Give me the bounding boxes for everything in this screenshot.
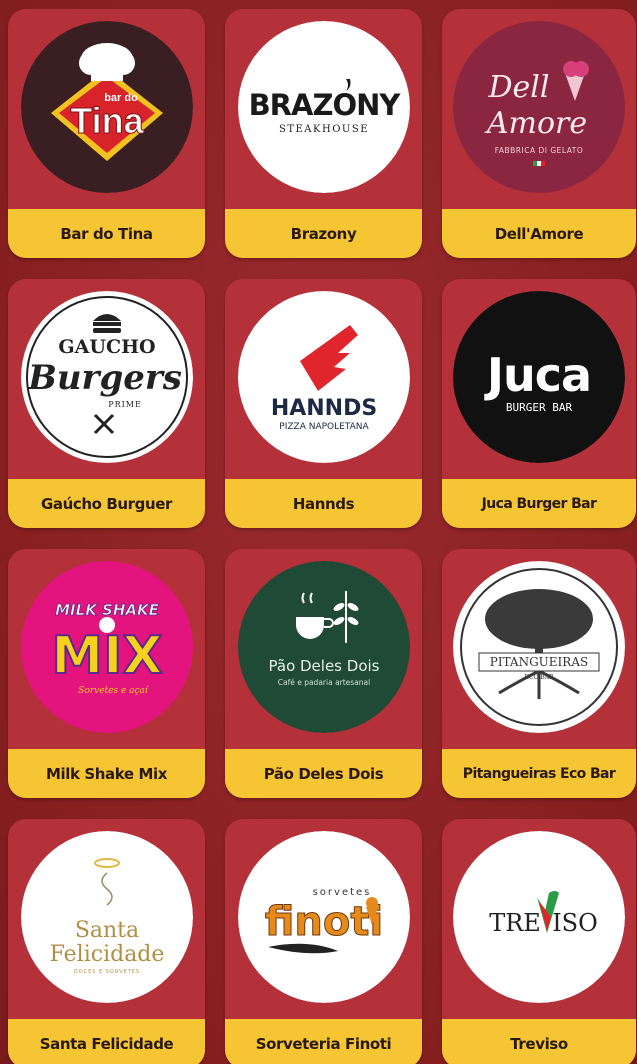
pitangueiras-small-text: ECO BAR <box>524 674 554 681</box>
juca-logo: Juca BURGER BAR <box>453 291 625 463</box>
restaurant-name: Milk Shake Mix <box>8 749 205 798</box>
bar-do-tina-logo: bar do Tina <box>20 21 193 193</box>
finoti-logo: sorvetes finoti <box>237 831 410 1003</box>
restaurant-card-bar-do-tina[interactable]: bar do Tina Bar do Tina <box>8 9 205 258</box>
pao-deles-dois-logo: Pão Deles Dois Café e padaria artesanal <box>237 561 410 733</box>
restaurant-name: Pitangueiras Eco Bar <box>442 749 636 798</box>
santa-big-text-2: Felicidade <box>49 942 164 967</box>
restaurant-card-gaucho-burguer[interactable]: GAUCHO Burgers PRIME Gaúcho Burguer <box>8 279 205 528</box>
hannds-logo-art: HANNDS PIZZA NAPOLETANA <box>237 291 410 463</box>
bar-do-tina-big-text: Tina <box>70 100 144 141</box>
milk-shake-small-text: Sorvetes e açaí <box>78 685 149 696</box>
treviso-logo-art: TRE ISO <box>453 831 625 1003</box>
pitangueiras-logo-art: PITANGUEIRAS ECO BAR <box>453 561 625 733</box>
milk-shake-mix-logo: MILK SHAKE MIX Sorvetes e açaí <box>20 561 193 733</box>
restaurant-grid: bar do Tina Bar do Tina BRAZONY STEAKHOU… <box>8 9 636 1064</box>
treviso-big-text-2: ISO <box>552 909 598 937</box>
milk-shake-top-text: MILK SHAKE <box>55 601 160 619</box>
santa-big-text-1: Santa <box>74 918 138 943</box>
santa-felicidade-logo-art: Santa Felicidade DOCES E SORVETES <box>20 831 193 1003</box>
hannds-logo: HANNDS PIZZA NAPOLETANA <box>237 291 410 463</box>
restaurant-name: Dell'Amore <box>442 209 636 258</box>
restaurant-card-brazony[interactable]: BRAZONY STEAKHOUSE Brazony <box>225 9 422 258</box>
santa-felicidade-logo: Santa Felicidade DOCES E SORVETES <box>20 831 193 1003</box>
restaurant-name: Hannds <box>225 479 422 528</box>
dell-amore-logo-art: Dell Amore FABBRICA DI GELATO <box>453 21 625 193</box>
santa-small-text: DOCES E SORVETES <box>73 969 139 975</box>
restaurant-card-pao-deles-dois[interactable]: Pão Deles Dois Café e padaria artesanal … <box>225 549 422 798</box>
restaurant-name: Pão Deles Dois <box>225 749 422 798</box>
pao-big-text: Pão Deles Dois <box>268 657 379 675</box>
dell-amore-big-text-2: Amore <box>484 106 587 141</box>
brazony-logo-art: BRAZONY STEAKHOUSE <box>237 21 410 193</box>
gaucho-small-text: PRIME <box>108 400 142 409</box>
restaurant-card-dell-amore[interactable]: Dell Amore FABBRICA DI GELATO Dell'Amore <box>442 9 636 258</box>
restaurant-grid-page: bar do Tina Bar do Tina BRAZONY STEAKHOU… <box>0 0 637 1064</box>
gaucho-burgers-logo: GAUCHO Burgers PRIME <box>20 291 193 463</box>
milk-shake-mix-logo-art: MILK SHAKE MIX Sorvetes e açaí <box>20 561 193 733</box>
restaurant-card-hannds[interactable]: HANNDS PIZZA NAPOLETANA Hannds <box>225 279 422 528</box>
brazony-small-text: STEAKHOUSE <box>278 124 368 135</box>
restaurant-name: Santa Felicidade <box>8 1019 205 1064</box>
restaurant-card-sorveteria-finoti[interactable]: sorvetes finoti Sorveteria Finoti <box>225 819 422 1064</box>
restaurant-card-pitangueiras-eco-bar[interactable]: PITANGUEIRAS ECO BAR Pitangueiras Eco Ba… <box>442 549 636 798</box>
restaurant-name: Juca Burger Bar <box>442 479 636 528</box>
pitangueiras-logo: PITANGUEIRAS ECO BAR <box>453 561 625 733</box>
restaurant-name: Treviso <box>442 1019 636 1064</box>
brazony-big-text: BRAZONY <box>248 88 401 122</box>
restaurant-card-juca-burger-bar[interactable]: Juca BURGER BAR Juca Burger Bar <box>442 279 636 528</box>
restaurant-name: Sorveteria Finoti <box>225 1019 422 1064</box>
restaurant-card-santa-felicidade[interactable]: Santa Felicidade DOCES E SORVETES Santa … <box>8 819 205 1064</box>
dell-amore-big-text-1: Dell <box>488 70 550 105</box>
finoti-logo-art: sorvetes finoti <box>237 831 410 1003</box>
pao-deles-dois-logo-art: Pão Deles Dois Café e padaria artesanal <box>237 561 410 733</box>
dell-amore-small-text: FABBRICA DI GELATO <box>495 146 584 155</box>
brazony-logo: BRAZONY STEAKHOUSE <box>237 21 410 193</box>
pitangueiras-big-text: PITANGUEIRAS <box>490 655 588 669</box>
milk-shake-big-text: MIX <box>51 626 162 686</box>
finoti-top-text: sorvetes <box>312 887 371 898</box>
hannds-big-text: HANNDS <box>270 396 376 421</box>
restaurant-card-milk-shake-mix[interactable]: MILK SHAKE MIX Sorvetes e açaí Milk Shak… <box>8 549 205 798</box>
bar-do-tina-logo-art: bar do Tina <box>20 21 193 193</box>
gaucho-big-text: Burgers <box>27 358 182 398</box>
restaurant-card-treviso[interactable]: TRE ISO Treviso <box>442 819 636 1064</box>
gaucho-burgers-logo-art: GAUCHO Burgers PRIME <box>20 291 193 463</box>
treviso-big-text-1: TRE <box>489 909 541 937</box>
juca-big-text: Juca <box>484 348 591 402</box>
dell-amore-logo: Dell Amore FABBRICA DI GELATO <box>453 21 625 193</box>
pao-small-text: Café e padaria artesanal <box>277 678 370 687</box>
restaurant-name: Brazony <box>225 209 422 258</box>
treviso-logo: TRE ISO <box>453 831 625 1003</box>
finoti-big-text: finoti <box>264 899 382 945</box>
restaurant-name: Bar do Tina <box>8 209 205 258</box>
restaurant-name: Gaúcho Burguer <box>8 479 205 528</box>
milkshake-icon <box>98 617 115 633</box>
gaucho-top-text: GAUCHO <box>58 336 155 358</box>
juca-logo-art: Juca BURGER BAR <box>453 291 625 463</box>
hannds-small-text: PIZZA NAPOLETANA <box>279 422 369 432</box>
juca-small-text: BURGER BAR <box>506 401 573 414</box>
